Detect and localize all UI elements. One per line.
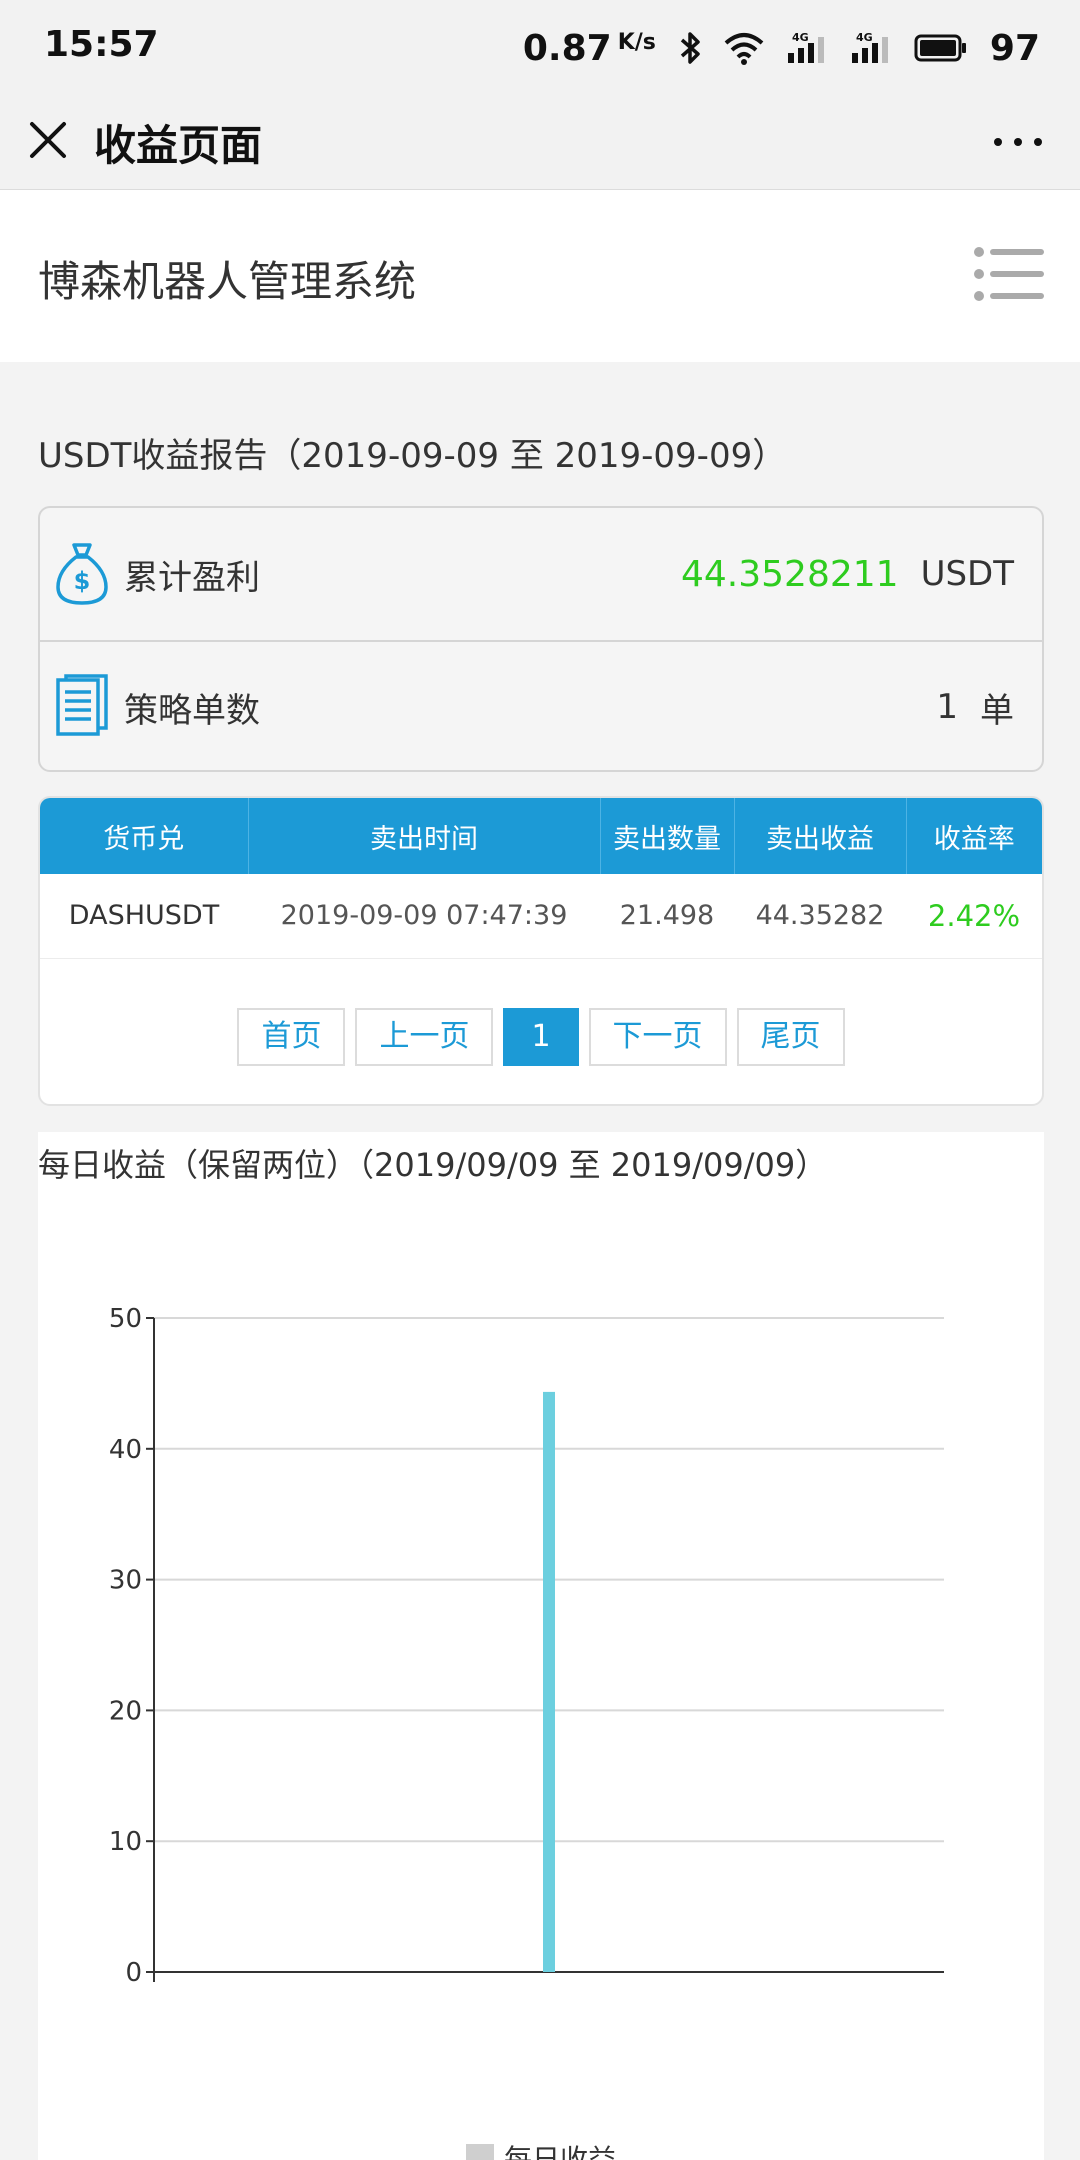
cell-sell-time: 2019-09-09 07:47:39 [248,874,600,959]
summary-card: $ 累计盈利 44.3528211 USDT 策略单数 1 单 [38,506,1044,772]
prev-page-button[interactable]: 上一页 [355,1008,494,1066]
svg-text:$: $ [74,567,91,595]
orders-unit: 单 [980,690,1014,731]
network-speed-unit: K/s [617,29,656,55]
bluetooth-icon [680,32,700,64]
daily-profit-chart: 0 10 20 30 40 50 [109,1304,944,1988]
svg-text:4G: 4G [856,31,873,44]
y-tick-label: 20 [109,1696,142,1726]
y-tick-label: 10 [109,1827,142,1857]
current-page-button[interactable]: 1 [503,1008,579,1066]
next-page-button[interactable]: 下一页 [588,1008,727,1066]
orders-value-group: 1 单 [936,683,1014,732]
orders-value: 1 [936,687,958,727]
signal-4g-icon-2: 4G [851,31,888,63]
daily-profit-chart-section: 0 10 20 30 40 50 每日收益（保留两位）（2019/09/09 至 2019… [38,1132,1044,2160]
app-title: 博森机器人管理系统 [38,257,417,306]
bar [543,1391,555,1972]
cell-rate: 2.42% [906,874,1042,959]
signal-4g-icon: 4G [787,31,824,63]
orders-label: 策略单数 [124,690,260,731]
trades-table: 货币兑 卖出时间 卖出数量 卖出收益 收益率 DASHUSDT 2019-09-… [40,798,1042,959]
network-speed: 0.87 K/s [523,28,656,69]
y-tick-label: 50 [109,1304,142,1334]
col-header-rate: 收益率 [906,798,1042,874]
network-speed-value: 0.87 [522,27,612,69]
pagination: 首页 上一页 1 下一页 尾页 [40,1008,1042,1066]
document-icon [56,674,108,736]
status-time: 15:57 [44,24,159,65]
profit-row: $ 累计盈利 44.3528211 USDT [40,508,1042,640]
nav-bar: 收益页面 [0,96,1080,190]
y-tick-label: 30 [109,1566,142,1596]
cell-sell-profit: 44.35282 [734,874,906,959]
chart-title: 每日收益（保留两位）（2019/09/09 至 2019/09/09） [38,1146,828,1184]
profit-value: 44.3528211 [680,553,899,595]
battery-level: 97 [989,27,1040,69]
battery-icon [914,34,966,62]
status-icons: 0.87 K/s 4G 4G 97 [523,22,1040,74]
legend-swatch [466,2144,494,2160]
cell-sell-amount: 21.498 [600,874,734,959]
page-title: 收益页面 [94,121,263,170]
status-bar: 15:57 0.87 K/s 4G 4G 97 [0,0,1080,96]
y-tick-label: 0 [125,1958,142,1988]
table-header-row: 货币兑 卖出时间 卖出数量 卖出收益 收益率 [40,798,1042,874]
profit-label: 累计盈利 [124,557,260,598]
money-bag-icon: $ [56,543,108,605]
table-row: DASHUSDT 2019-09-09 07:47:39 21.498 44.3… [40,874,1042,959]
first-page-button[interactable]: 首页 [237,1008,346,1066]
profit-value-group: 44.3528211 USDT [681,554,1014,595]
profit-unit: USDT [920,554,1014,594]
cell-pair: DASHUSDT [40,874,248,959]
legend-label: 每日收益 [504,2143,617,2160]
app-header: 博森机器人管理系统 [0,190,1080,362]
orders-row: 策略单数 1 单 [40,640,1042,770]
svg-text:4G: 4G [792,31,809,44]
chart-legend[interactable]: 每日收益 [466,2138,616,2160]
list-menu-icon[interactable] [974,244,1044,304]
report-title: USDT收益报告（2019-09-09 至 2019-09-09） [38,436,787,476]
more-icon[interactable] [992,130,1044,154]
trades-table-card: 货币兑 卖出时间 卖出数量 卖出收益 收益率 DASHUSDT 2019-09-… [38,796,1044,1106]
close-icon[interactable] [24,116,72,164]
wifi-icon [724,33,764,65]
last-page-button[interactable]: 尾页 [736,1008,845,1066]
col-header-sell-time: 卖出时间 [248,798,601,874]
y-tick-label: 40 [109,1435,142,1465]
col-header-pair: 货币兑 [40,798,249,874]
col-header-sell-profit: 卖出收益 [734,798,907,874]
col-header-sell-amount: 卖出数量 [600,798,735,874]
